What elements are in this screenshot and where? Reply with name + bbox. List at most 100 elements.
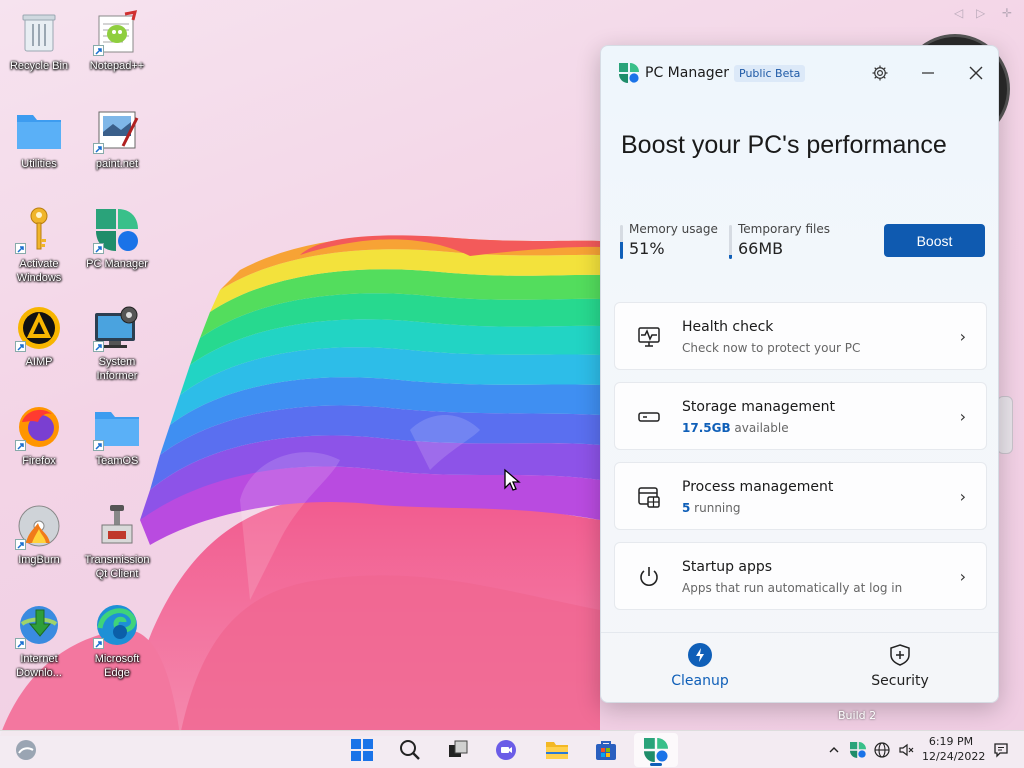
widgets-icon xyxy=(16,740,36,760)
title-bar[interactable]: PC Manager Public Beta xyxy=(601,46,998,100)
teams-chat-button[interactable] xyxy=(484,733,528,767)
desktop-icon-microsoft-edge[interactable]: Microsoft Edge xyxy=(78,601,156,680)
close-icon xyxy=(969,66,983,80)
nav-security[interactable]: Security xyxy=(845,643,955,689)
start-button[interactable] xyxy=(340,733,384,767)
task-view-icon xyxy=(449,740,468,757)
desktop-icon-firefox[interactable]: Firefox xyxy=(0,403,78,468)
transmission-icon xyxy=(93,502,141,550)
firefox-icon xyxy=(15,403,63,451)
card-subtitle: Check now to protect your PC xyxy=(682,341,861,355)
search-icon xyxy=(400,740,420,760)
desktop-icon-label: Activate Windows xyxy=(16,258,62,284)
mouse-cursor-icon xyxy=(504,468,521,491)
minimize-button[interactable] xyxy=(913,60,943,86)
chevron-right-icon: › xyxy=(959,567,966,586)
windows-logo-icon xyxy=(351,739,373,761)
nav-cleanup[interactable]: Cleanup xyxy=(645,643,755,689)
internet-download-manager-icon xyxy=(15,601,63,649)
shortcut-arrow-icon xyxy=(15,638,26,649)
desktop-icon-utilities[interactable]: Utilities xyxy=(0,106,78,171)
desktop-icon-system-informer[interactable]: System Informer xyxy=(78,304,156,383)
paint-net-icon xyxy=(93,106,141,154)
card-title: Storage management xyxy=(682,399,836,415)
desktop-icon-imgburn[interactable]: ImgBurn xyxy=(0,502,78,567)
desktop-icon-activate-windows[interactable]: Activate Windows xyxy=(0,206,78,285)
shortcut-arrow-icon xyxy=(15,539,26,550)
temporary-files-label: Temporary files xyxy=(738,222,830,236)
task-view-button[interactable] xyxy=(436,733,480,767)
shortcut-arrow-icon xyxy=(93,45,104,56)
pc-manager-window: PC Manager Public Beta Boost your PC's p… xyxy=(600,45,999,703)
shield-icon xyxy=(890,644,910,666)
desktop-icon-internet-download-manager[interactable]: Internet Downlo... xyxy=(0,601,78,680)
widgets-button[interactable] xyxy=(4,733,48,767)
folder-icon xyxy=(93,403,141,451)
beta-badge: Public Beta xyxy=(734,65,806,82)
memory-usage-fill xyxy=(620,241,623,259)
recycle-bin-icon xyxy=(15,8,63,56)
desktop-icon-teamos[interactable]: TeamOS xyxy=(78,403,156,468)
chevron-right-icon: › xyxy=(959,407,966,426)
shortcut-arrow-icon xyxy=(93,143,104,154)
storage-management-card[interactable]: Storage management 17.5GB available › xyxy=(614,382,987,450)
process-management-card[interactable]: Process management 5 running › xyxy=(614,462,987,530)
desktop-icon-notepad-plus-plus[interactable]: Notepad++ xyxy=(78,8,156,73)
temporary-files-value: 66MB xyxy=(738,239,784,258)
file-explorer-button[interactable] xyxy=(535,733,579,767)
search-button[interactable] xyxy=(388,733,432,767)
settings-button[interactable] xyxy=(865,60,895,86)
desktop-icon-label: Microsoft Edge xyxy=(94,653,140,679)
key-icon xyxy=(15,206,63,254)
nav-label: Security xyxy=(871,673,929,689)
volume-muted-icon[interactable] xyxy=(897,741,915,759)
pc-manager-taskbar-button[interactable] xyxy=(634,733,678,767)
desktop-icon-label: Recycle Bin xyxy=(9,60,69,72)
desktop-icon-label: Firefox xyxy=(22,455,56,467)
desktop-icon-recycle-bin[interactable]: Recycle Bin xyxy=(0,8,78,73)
desktop-icon-pc-manager[interactable]: PC Manager xyxy=(78,206,156,271)
build-watermark: Build 2 xyxy=(838,709,877,722)
temporary-files-fill xyxy=(729,254,732,259)
desktop-icon-label: Notepad++ xyxy=(89,60,145,72)
forward-arrow-icon[interactable]: ▷ xyxy=(976,6,985,20)
desktop-icon-aimp[interactable]: AIMP xyxy=(0,304,78,369)
notifications-icon[interactable] xyxy=(992,741,1010,759)
desktop-icon-paint-net[interactable]: paint.net xyxy=(78,106,156,171)
taskbar: 6:19 PM 12/24/2022 xyxy=(0,730,1024,768)
desktop-icon-transmission[interactable]: Transmission Qt Client xyxy=(78,502,156,581)
imgburn-disc-icon xyxy=(15,502,63,550)
microsoft-store-button[interactable] xyxy=(584,733,628,767)
add-icon[interactable]: ✛ xyxy=(1002,6,1012,20)
startup-apps-card[interactable]: Startup apps Apps that run automatically… xyxy=(614,542,987,610)
shortcut-arrow-icon xyxy=(93,243,104,254)
nav-label: Cleanup xyxy=(671,673,729,689)
back-arrow-icon[interactable]: ◁ xyxy=(954,6,963,20)
close-button[interactable] xyxy=(961,60,991,86)
edge-icon xyxy=(93,601,141,649)
card-title: Process management xyxy=(682,479,834,495)
network-globe-icon[interactable] xyxy=(873,741,891,759)
memory-usage-label: Memory usage xyxy=(629,222,718,236)
aimp-icon xyxy=(15,304,63,352)
desktop-icon-label: Utilities xyxy=(21,158,57,170)
store-icon xyxy=(596,741,616,760)
process-count-text: running xyxy=(690,501,741,515)
storage-available-value: 17.5GB xyxy=(682,421,731,435)
desktop-icon-label: ImgBurn xyxy=(18,554,60,566)
desktop-icon-label: paint.net xyxy=(95,158,139,170)
process-icon xyxy=(638,487,660,508)
chevron-right-icon: › xyxy=(959,487,966,506)
folder-icon xyxy=(15,106,63,154)
scroll-handle xyxy=(997,396,1013,454)
health-check-card[interactable]: Health check Check now to protect your P… xyxy=(614,302,987,370)
shortcut-arrow-icon xyxy=(15,243,26,254)
lightning-icon xyxy=(688,643,712,667)
pc-manager-tray-icon[interactable] xyxy=(849,741,867,759)
taskbar-clock[interactable]: 6:19 PM 12/24/2022 xyxy=(922,734,985,764)
notepad-plus-plus-icon xyxy=(93,8,141,56)
card-title: Startup apps xyxy=(682,559,773,575)
memory-usage-bar xyxy=(620,225,623,259)
show-hidden-icons-chevron-up-icon[interactable] xyxy=(825,741,843,759)
boost-button[interactable]: Boost xyxy=(884,224,985,257)
